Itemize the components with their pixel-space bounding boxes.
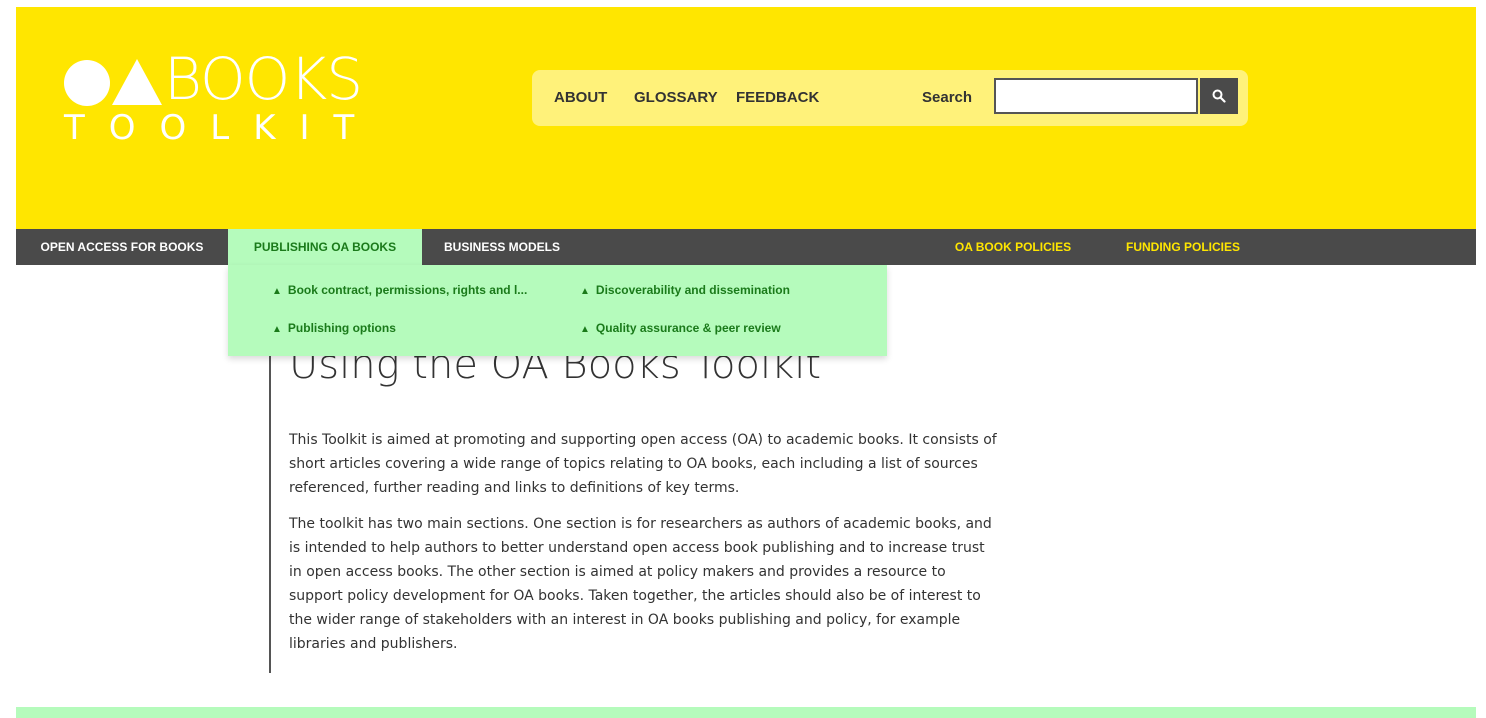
nav-business-models[interactable]: BUSINESS MODELS <box>436 229 568 265</box>
dropdown-item-label: Discoverability and dissemination <box>595 283 790 297</box>
triangle-up-icon: ▲ <box>272 324 282 335</box>
intro-paragraph: This Toolkit is aimed at promoting and s… <box>289 432 997 496</box>
search-input[interactable] <box>994 78 1198 114</box>
logo-triangle-shape <box>112 59 162 105</box>
about-link[interactable]: ABOUT <box>554 89 607 106</box>
dropdown-item-quality-assurance[interactable]: ▲ Quality assurance & peer review <box>580 321 781 335</box>
logo-mark: BOOKS <box>64 50 394 112</box>
main-navigation: OPEN ACCESS FOR BOOKS PUBLISHING OA BOOK… <box>16 229 1476 265</box>
nav-open-access-for-books[interactable]: OPEN ACCESS FOR BOOKS <box>36 229 208 265</box>
dropdown-item-label: Quality assurance & peer review <box>595 321 781 335</box>
sections-paragraph: The toolkit has two main sections. One s… <box>289 516 992 652</box>
search-button[interactable] <box>1200 78 1238 114</box>
triangle-up-icon: ▲ <box>580 286 590 297</box>
site-header: BOOKS TOOLKIT ABOUT GLOSSARY FEEDBACK Se… <box>16 7 1476 229</box>
dropdown-item-label: Book contract, permissions, rights and l… <box>287 283 528 297</box>
footer-bar <box>16 707 1476 718</box>
logo-word: BOOKS <box>164 45 363 113</box>
triangle-up-icon: ▲ <box>272 286 282 297</box>
nav-funding-policies[interactable]: FUNDING POLICIES <box>1116 229 1250 265</box>
nav-oa-book-policies[interactable]: OA BOOK POLICIES <box>946 229 1080 265</box>
top-utility-bar: ABOUT GLOSSARY FEEDBACK Search <box>532 70 1248 126</box>
dropdown-item-publishing-options[interactable]: ▲ Publishing options <box>272 321 396 335</box>
logo-circle-shape <box>64 60 110 106</box>
nav-publishing-oa-books[interactable]: PUBLISHING OA BOOKS <box>228 229 422 265</box>
triangle-up-icon: ▲ <box>580 324 590 335</box>
content-left-rule <box>269 355 271 673</box>
logo-subtitle: TOOLKIT <box>64 108 379 148</box>
search-label: Search <box>922 89 973 106</box>
oabooks-toolkit-logo[interactable]: BOOKS TOOLKIT <box>64 50 394 152</box>
feedback-link[interactable]: FEEDBACK <box>736 89 819 106</box>
glossary-link[interactable]: GLOSSARY <box>634 89 718 106</box>
publishing-oa-books-dropdown: ▲ Book contract, permissions, rights and … <box>228 265 887 356</box>
dropdown-item-book-contract[interactable]: ▲ Book contract, permissions, rights and … <box>272 283 527 297</box>
search-icon <box>1212 89 1226 103</box>
dropdown-item-label: Publishing options <box>287 321 396 335</box>
dropdown-item-discoverability[interactable]: ▲ Discoverability and dissemination <box>580 283 790 297</box>
